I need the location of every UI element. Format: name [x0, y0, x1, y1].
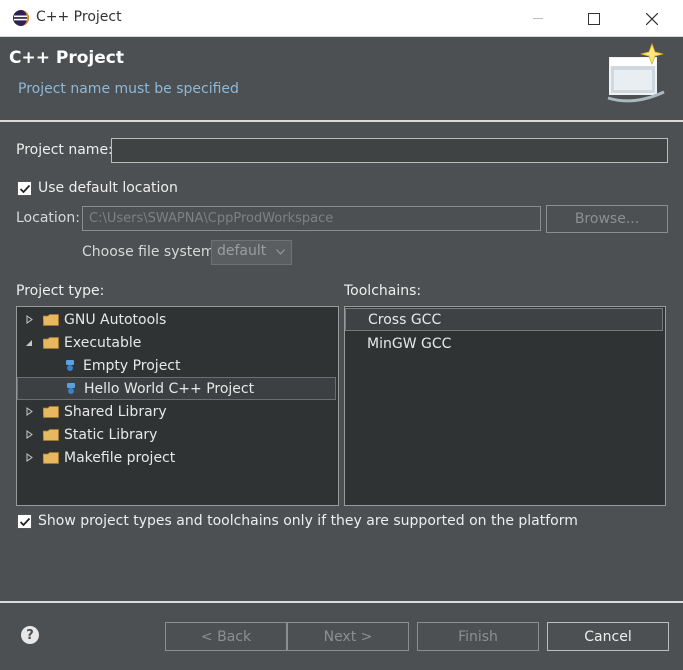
tree-item-label: Hello World C++ Project — [84, 380, 255, 397]
project-name-label: Project name: — [16, 142, 113, 158]
project-name-input[interactable] — [111, 138, 668, 163]
use-default-location-label: Use default location — [38, 180, 178, 196]
finish-button[interactable]: Finish — [417, 622, 539, 651]
tree-item-makefile-project[interactable]: Makefile project — [17, 446, 342, 469]
footer-separator — [0, 601, 683, 603]
location-input[interactable]: C:\Users\SWAPNA\CppProdWorkspace — [82, 206, 541, 231]
back-button[interactable]: < Back — [165, 622, 287, 651]
project-template-icon — [67, 383, 75, 394]
tree-item-label: Executable — [64, 334, 142, 351]
show-supported-only-checkbox[interactable] — [17, 514, 32, 529]
eclipse-icon — [13, 10, 29, 26]
project-template-icon — [66, 360, 74, 371]
tree-item-shared-library[interactable]: Shared Library — [17, 400, 342, 423]
toolchain-item-mingw-gcc[interactable]: MinGW GCC — [345, 332, 663, 355]
cancel-button[interactable]: Cancel — [547, 622, 669, 651]
expand-icon[interactable] — [23, 406, 35, 418]
file-system-label: Choose file system: — [82, 244, 220, 260]
show-supported-only-label: Show project types and toolchains only i… — [38, 513, 578, 529]
folder-icon — [43, 451, 59, 464]
use-default-location-checkbox[interactable] — [17, 181, 32, 196]
toolchain-item-cross-gcc[interactable]: Cross GCC — [345, 308, 663, 331]
help-icon[interactable]: ? — [21, 626, 39, 644]
checkmark-icon — [19, 184, 30, 193]
file-system-value: default — [217, 243, 267, 259]
tree-item-static-library[interactable]: Static Library — [17, 423, 342, 446]
page-message: Project name must be specified — [18, 81, 239, 97]
toolchain-item-label: Cross GCC — [368, 311, 442, 328]
checkmark-icon — [19, 517, 30, 526]
maximize-icon — [588, 12, 600, 25]
tree-item-hello-world-cpp-project[interactable]: Hello World C++ Project — [17, 377, 336, 400]
expand-icon[interactable] — [23, 429, 35, 441]
folder-open-icon — [43, 336, 59, 349]
project-type-tree[interactable]: GNU Autotools Executable Empty Project H… — [16, 306, 339, 506]
expand-icon[interactable] — [23, 452, 35, 464]
tree-item-empty-project[interactable]: Empty Project — [17, 354, 384, 377]
minimize-icon — [533, 18, 543, 19]
tree-item-label: Empty Project — [83, 357, 181, 374]
close-icon — [646, 12, 658, 25]
maximize-button[interactable] — [566, 0, 622, 37]
tree-item-label: GNU Autotools — [64, 311, 167, 328]
tree-item-executable[interactable]: Executable — [17, 331, 342, 354]
page-title: C++ Project — [9, 48, 124, 68]
folder-icon — [43, 428, 59, 441]
browse-button[interactable]: Browse... — [546, 205, 668, 233]
tree-item-label: Static Library — [64, 426, 158, 443]
tree-item-label: Shared Library — [64, 403, 167, 420]
toolchains-list[interactable]: Cross GCC MinGW GCC — [344, 306, 666, 506]
collapse-icon[interactable] — [23, 337, 35, 349]
expand-icon[interactable] — [23, 314, 35, 326]
next-button[interactable]: Next > — [287, 622, 409, 651]
folder-icon — [43, 313, 59, 326]
minimize-button[interactable] — [510, 0, 566, 37]
window-title: C++ Project — [36, 9, 122, 25]
wizard-banner-icon — [607, 42, 665, 103]
tree-item-gnu-autotools[interactable]: GNU Autotools — [17, 308, 342, 331]
project-type-label: Project type: — [16, 283, 105, 299]
file-system-select[interactable]: default — [211, 240, 292, 265]
header-separator — [0, 120, 683, 122]
tree-item-label: Makefile project — [64, 449, 176, 466]
close-button[interactable] — [624, 0, 680, 37]
toolchain-item-label: MinGW GCC — [367, 335, 452, 352]
toolchains-label: Toolchains: — [344, 283, 422, 299]
location-label: Location: — [16, 210, 80, 226]
folder-icon — [43, 405, 59, 418]
chevron-down-icon — [276, 249, 285, 255]
